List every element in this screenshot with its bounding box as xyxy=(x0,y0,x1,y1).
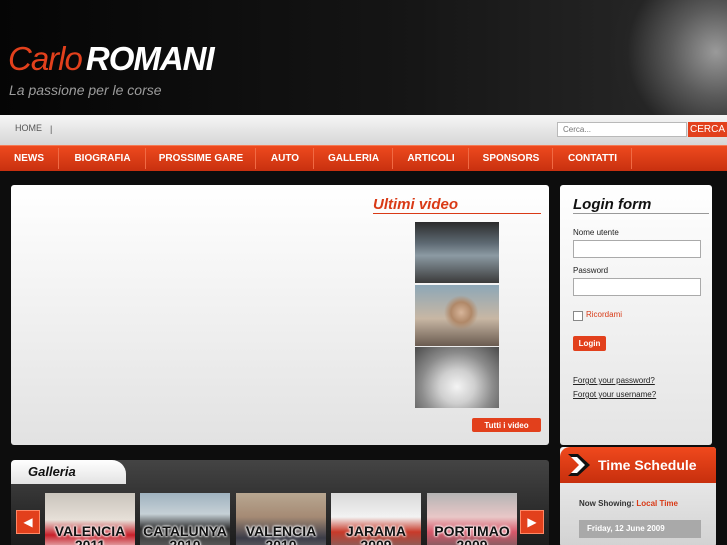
now-showing-label: Now Showing: xyxy=(579,499,635,508)
topbar-separator: | xyxy=(50,124,53,134)
site-tagline: La passione per le corse xyxy=(9,82,162,98)
search-input[interactable] xyxy=(557,122,687,137)
now-showing-value: Local Time xyxy=(636,499,678,508)
nav-divider xyxy=(255,148,256,169)
nav-item-contatti[interactable]: CONTATTI xyxy=(554,146,631,171)
nav-divider xyxy=(58,148,59,169)
schedule-date: Friday, 12 June 2009 xyxy=(579,520,701,538)
nav-divider xyxy=(631,148,632,169)
login-title-underline xyxy=(573,213,709,214)
logo-last-name: ROMANI xyxy=(85,40,215,77)
gallery-item-caption: JARAMA 2009 xyxy=(346,523,406,545)
video-thumbnail[interactable] xyxy=(415,347,499,408)
remember-label: Ricordami xyxy=(586,310,623,319)
gallery-item[interactable]: JARAMA 2009 xyxy=(331,493,421,545)
nav-divider xyxy=(552,148,553,169)
now-showing: Now Showing: Local Time xyxy=(579,499,678,508)
login-panel: Login form Nome utente Password Ricordam… xyxy=(560,185,712,445)
gallery-item[interactable]: VALENCIA 2010 xyxy=(236,493,326,545)
gallery-item-caption: VALENCIA 2011 xyxy=(54,523,126,545)
nav-item-auto[interactable]: AUTO xyxy=(257,146,313,171)
nav-item-sponsors[interactable]: SPONSORS xyxy=(470,146,552,171)
logo-first-name: Carlo xyxy=(8,40,83,77)
nav-divider xyxy=(145,148,146,169)
nav-divider xyxy=(392,148,393,169)
video-thumbnail[interactable] xyxy=(415,222,499,283)
main-content-panel: Ultimi video Tutti i video xyxy=(11,185,549,445)
site-logo[interactable]: Carlo ROMANI xyxy=(8,40,215,77)
time-schedule-title: Time Schedule xyxy=(598,457,697,473)
gallery-panel: Galleria ◀ VALENCIA 2011 CATALUNYA 2010 … xyxy=(11,460,549,545)
time-schedule-panel: Time Schedule Now Showing: Local Time Fr… xyxy=(560,447,716,545)
gallery-item-caption: PORTIMAO 2009 xyxy=(434,523,510,545)
nav-divider xyxy=(313,148,314,169)
login-title: Login form xyxy=(573,196,652,213)
password-label: Password xyxy=(573,266,609,275)
gallery-item[interactable]: CATALUNYA 2010 xyxy=(140,493,230,545)
videos-title: Ultimi video xyxy=(373,196,459,213)
gallery-item-caption: CATALUNYA 2010 xyxy=(143,523,227,545)
login-button[interactable]: Login xyxy=(573,336,606,351)
gallery-item-caption: VALENCIA 2010 xyxy=(245,523,317,545)
site-header: Carlo ROMANI La passione per le corse xyxy=(0,0,727,115)
main-nav: NEWS BIOGRAFIA PROSSIME GARE AUTO GALLER… xyxy=(0,145,727,171)
time-schedule-header: Time Schedule xyxy=(560,447,716,483)
username-field[interactable] xyxy=(573,240,701,258)
search-button[interactable]: CERCA xyxy=(688,122,727,137)
chevron-right-icon xyxy=(568,454,590,476)
remember-checkbox[interactable] xyxy=(573,311,583,321)
password-field[interactable] xyxy=(573,278,701,296)
home-link[interactable]: HOME xyxy=(15,123,42,133)
gallery-title: Galleria xyxy=(28,464,76,479)
arrow-right-icon[interactable]: ▶ xyxy=(520,510,544,534)
nav-item-prossime-gare[interactable]: PROSSIME GARE xyxy=(147,146,255,171)
forgot-password-link[interactable]: Forgot your password? xyxy=(573,376,655,385)
nav-item-biografia[interactable]: BIOGRAFIA xyxy=(60,146,145,171)
gallery-item[interactable]: VALENCIA 2011 xyxy=(45,493,135,545)
username-label: Nome utente xyxy=(573,228,619,237)
all-videos-button[interactable]: Tutti i video xyxy=(472,418,541,432)
nav-item-articoli[interactable]: ARTICOLI xyxy=(394,146,468,171)
driver-portrait xyxy=(597,0,727,115)
nav-divider xyxy=(468,148,469,169)
forgot-username-link[interactable]: Forgot your username? xyxy=(573,390,656,399)
nav-item-news[interactable]: NEWS xyxy=(0,146,58,171)
arrow-left-icon[interactable]: ◀ xyxy=(16,510,40,534)
videos-title-underline xyxy=(373,213,541,214)
gallery-tab: Galleria xyxy=(11,460,126,484)
nav-item-galleria[interactable]: GALLERIA xyxy=(315,146,392,171)
top-bar: HOME | CERCA xyxy=(0,115,727,145)
gallery-item[interactable]: PORTIMAO 2009 xyxy=(427,493,517,545)
video-thumbnail[interactable] xyxy=(415,285,499,346)
